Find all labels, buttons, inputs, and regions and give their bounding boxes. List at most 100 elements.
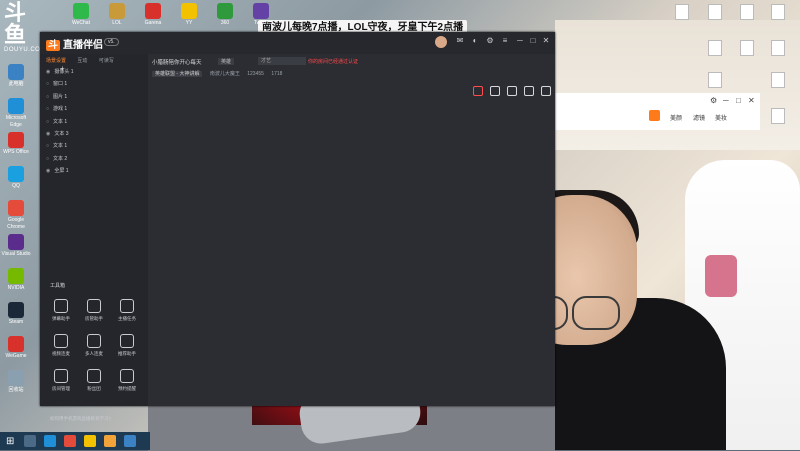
tool-icon	[120, 299, 134, 313]
eye-off-icon[interactable]: ○	[46, 156, 49, 162]
tool-button[interactable]: 视频连麦	[46, 334, 76, 357]
store-icon[interactable]	[104, 435, 116, 447]
category-field[interactable]: 才艺	[258, 57, 306, 65]
close-icon[interactable]: ✕	[748, 96, 755, 105]
file-icon[interactable]	[705, 4, 725, 20]
desktop-icon[interactable]: Steam	[1, 302, 31, 326]
scene-panel: 场景设置 互动 可读写 + ◉ 摄像头 1 ○ 窗口 1 ○ 图片 1 ○ 游戏 1 ○ 文本 1…	[40, 54, 148, 421]
desktop-icon[interactable]: Garena	[138, 3, 168, 27]
desktop-icon[interactable]: 此电脑	[1, 64, 31, 88]
eye-off-icon[interactable]: ○	[46, 119, 49, 125]
app-name: 直播伴侣	[63, 40, 103, 51]
settings-icon[interactable]: ⚙	[710, 96, 717, 105]
bell-icon[interactable]	[524, 86, 534, 96]
file-icon[interactable]	[768, 108, 788, 124]
desktop-icon-label: Twitch	[253, 20, 269, 26]
edge-icon[interactable]	[44, 435, 56, 447]
tool-button[interactable]: 推荐助手	[112, 334, 142, 357]
room-info-panel: 小腊肠陪你开心每天 英雄 才艺 你的房间已经通过认证 英雄联盟 - 大神讲解 南…	[148, 54, 555, 106]
minimize-icon[interactable]: ─	[515, 36, 525, 45]
scene-item[interactable]: ○ 文本 1	[46, 142, 142, 149]
tool-icon	[87, 369, 101, 383]
desktop-icon[interactable]: NVIDIA	[1, 268, 31, 292]
logo-mark: 斗鱼	[4, 1, 27, 48]
file-icon[interactable]	[672, 4, 692, 20]
tab-beauty[interactable]: 美颜	[670, 113, 682, 122]
avatar[interactable]	[435, 36, 447, 48]
room-tag[interactable]: 英雄	[218, 58, 235, 65]
search-icon[interactable]	[24, 435, 36, 447]
maximize-icon[interactable]: □	[528, 36, 538, 45]
tab-makeup[interactable]: 美妆	[715, 113, 727, 122]
app-icon	[8, 64, 24, 80]
desktop-icon[interactable]: WeGame	[1, 336, 31, 360]
scene-item[interactable]: ○ 文本 2	[46, 155, 142, 162]
file-icon[interactable]	[705, 40, 725, 56]
file-icon[interactable]	[768, 4, 788, 20]
eye-off-icon[interactable]: ○	[46, 81, 49, 87]
tool-button[interactable]: 弹幕助手	[46, 299, 76, 322]
scene-item[interactable]: ◉ 文本 3	[46, 130, 142, 137]
maximize-icon[interactable]: □	[736, 96, 741, 105]
close-icon[interactable]: ✕	[541, 36, 551, 45]
file-icon[interactable]	[768, 40, 788, 56]
scene-item[interactable]: ◉ 全屏 1	[46, 167, 142, 174]
version-badge[interactable]: v5.	[104, 38, 119, 46]
desktop-icon[interactable]: Visual Studio	[1, 234, 31, 258]
desktop-icon[interactable]: 360	[210, 3, 240, 27]
scene-item[interactable]: ○ 图片 1	[46, 93, 142, 100]
windows-start-icon[interactable]: ⊞	[6, 436, 14, 447]
desktop-icon[interactable]: Microsoft Edge	[1, 98, 31, 129]
eye-off-icon[interactable]: ○	[46, 94, 49, 100]
screen-icon[interactable]	[541, 86, 551, 96]
tool-button[interactable]: 房间管理	[46, 369, 76, 392]
file-icon[interactable]	[768, 72, 788, 88]
eye-icon[interactable]: ◉	[46, 131, 50, 137]
file-icon[interactable]	[737, 4, 757, 20]
app-icon[interactable]	[124, 435, 136, 447]
eye-off-icon[interactable]: ○	[46, 143, 49, 149]
scene-item[interactable]: ○ 窗口 1	[46, 80, 142, 87]
desktop-icon[interactable]: YY	[174, 3, 204, 27]
explorer-icon[interactable]	[84, 435, 96, 447]
chrome-icon[interactable]	[64, 435, 76, 447]
lock-icon[interactable]	[490, 86, 500, 96]
tool-button[interactable]: 预约提醒	[112, 369, 142, 392]
eye-icon[interactable]: ◉	[46, 168, 50, 174]
desktop-icon[interactable]: WPS Office	[1, 132, 31, 156]
help-link[interactable]: 如何用手机游戏直播教育学习?	[50, 416, 111, 422]
tool-button[interactable]: 房管助手	[79, 299, 109, 322]
tool-button[interactable]: 粉丝团	[79, 369, 109, 392]
eye-off-icon[interactable]: ○	[46, 106, 49, 112]
minimize-icon[interactable]: ─	[723, 96, 729, 105]
mail-icon[interactable]: ✉	[455, 36, 465, 45]
desktop-icon[interactable]: Twitch	[246, 3, 276, 27]
tool-icon	[54, 334, 68, 348]
desktop-icon[interactable]: 回收站	[1, 370, 31, 394]
settings-icon[interactable]: ⚙	[485, 36, 495, 45]
tab-readwrite[interactable]: 可读写	[99, 58, 114, 64]
share-icon[interactable]	[507, 86, 517, 96]
record-icon[interactable]	[473, 86, 483, 96]
scene-item[interactable]: ○ 游戏 1	[46, 105, 142, 112]
tool-icon	[87, 334, 101, 348]
scene-item[interactable]: ○ 文本 1	[46, 118, 142, 125]
room-title[interactable]: 小腊肠陪你开心每天	[152, 58, 202, 66]
tool-button[interactable]: 多人连麦	[79, 334, 109, 357]
file-icon[interactable]	[737, 40, 757, 56]
desktop-icon[interactable]: QQ	[1, 166, 31, 190]
eye-icon[interactable]: ◉	[46, 69, 50, 75]
desktop-icon[interactable]: Google Chrome	[1, 200, 31, 231]
game-tag[interactable]: 英雄联盟 - 大神讲解	[152, 71, 203, 77]
menu-icon[interactable]: ≡	[500, 36, 510, 45]
tab-filter[interactable]: 滤镜	[693, 113, 705, 122]
tab-interact[interactable]: 互动	[77, 58, 87, 64]
file-icon[interactable]	[705, 72, 725, 88]
app-title: 斗直播伴侣	[46, 36, 103, 51]
scene-item[interactable]: ◉ 摄像头 1	[46, 68, 142, 75]
desktop-icon-label: Garena	[144, 20, 162, 26]
desktop-icon[interactable]: LOL	[102, 3, 132, 27]
tool-button[interactable]: 主播任务	[112, 299, 142, 322]
desktop-icon[interactable]: WeChat	[66, 3, 96, 27]
skin-icon[interactable]: ◐	[470, 36, 480, 45]
